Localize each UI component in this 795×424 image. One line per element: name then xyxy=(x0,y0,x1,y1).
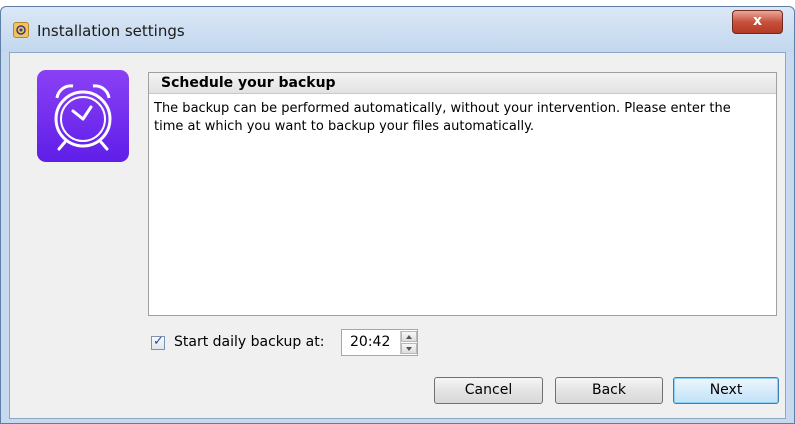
daily-backup-checkbox[interactable]: ✓ xyxy=(151,334,165,350)
spin-up-button[interactable] xyxy=(401,331,417,342)
time-spinner xyxy=(400,331,417,354)
cancel-button[interactable]: Cancel xyxy=(434,377,543,404)
checkmark-icon: ✓ xyxy=(153,334,164,349)
backup-time-field[interactable]: 20:42 xyxy=(341,329,418,356)
gear-icon xyxy=(13,22,29,38)
info-panel: Schedule your backup The backup can be p… xyxy=(148,72,777,316)
back-button[interactable]: Back xyxy=(555,377,663,404)
title-bar[interactable]: Installation settings x xyxy=(1,7,794,52)
spin-down-button[interactable] xyxy=(401,343,417,354)
daily-backup-label[interactable]: Start daily backup at: xyxy=(174,334,324,350)
alarm-clock-icon xyxy=(37,70,129,162)
dialog-content: Schedule your backup The backup can be p… xyxy=(9,52,786,419)
installation-dialog: Installation settings x Schedule your ba… xyxy=(0,6,795,424)
close-icon: x xyxy=(752,13,763,29)
backup-time-value[interactable]: 20:42 xyxy=(350,334,390,350)
next-button[interactable]: Next xyxy=(673,377,779,404)
close-button[interactable]: x xyxy=(732,10,783,34)
panel-title: Schedule your backup xyxy=(161,75,336,91)
panel-header: Schedule your backup xyxy=(149,73,776,94)
window-title: Installation settings xyxy=(37,22,185,40)
panel-description: The backup can be performed automaticall… xyxy=(154,101,731,134)
